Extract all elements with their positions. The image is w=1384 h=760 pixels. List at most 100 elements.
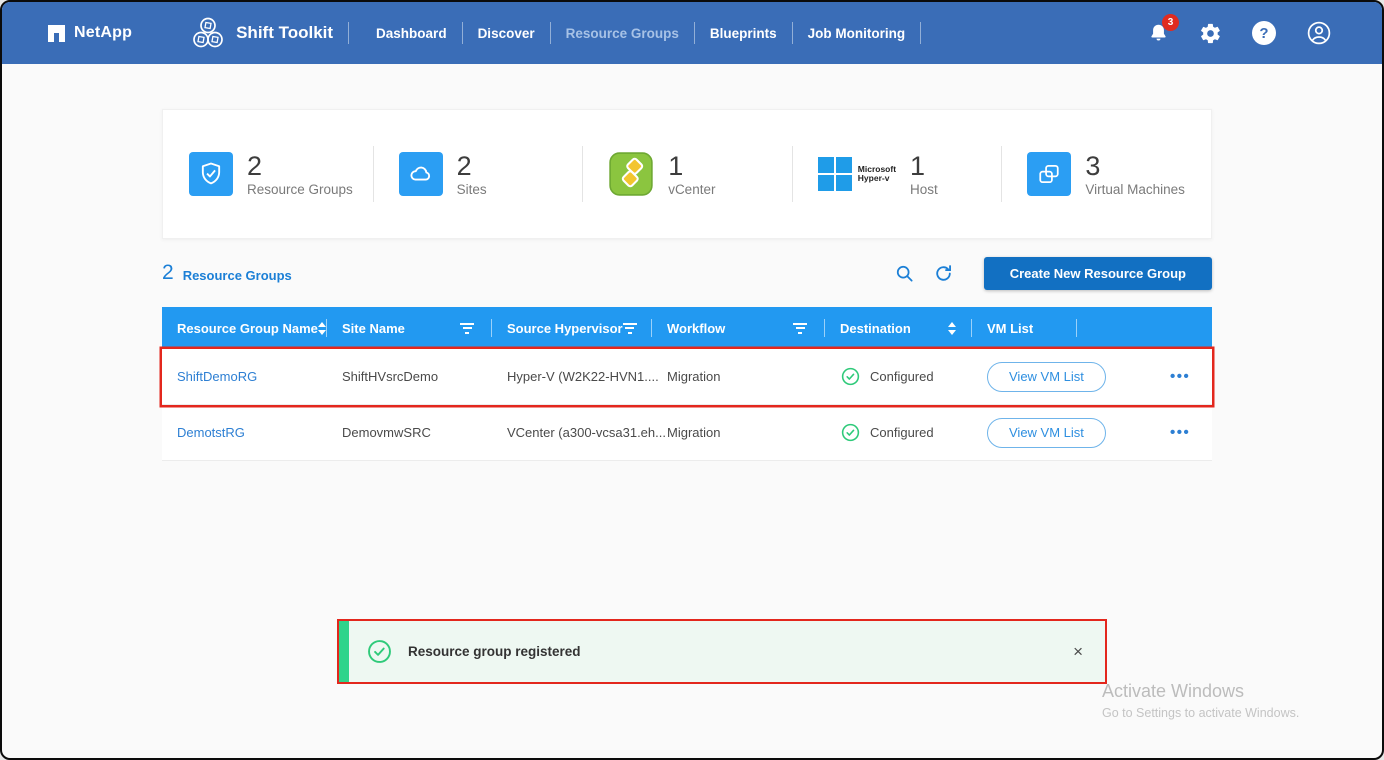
- resource-group-name-link[interactable]: ShiftDemoRG: [162, 369, 327, 384]
- search-button[interactable]: [894, 263, 915, 284]
- site-name-cell: DemovmwSRC: [342, 425, 431, 440]
- column-header-destination[interactable]: Destination: [825, 307, 972, 349]
- destination-cell: Configured: [825, 422, 972, 443]
- nav-item-discover[interactable]: Discover: [478, 26, 535, 41]
- stat-label: vCenter: [668, 181, 716, 197]
- activate-windows-watermark: Activate Windows Go to Settings to activ…: [1102, 681, 1299, 720]
- stat-value: 1: [668, 150, 684, 181]
- nav-divider: [348, 22, 350, 44]
- stat-value: 2: [247, 150, 263, 181]
- nav-item-blueprints[interactable]: Blueprints: [710, 26, 777, 41]
- stat-vcenter: 1 vCenter: [582, 110, 792, 238]
- toast-notification: Resource group registered ×: [337, 619, 1107, 684]
- more-options-icon: •••: [1170, 368, 1191, 385]
- close-icon[interactable]: ×: [1073, 642, 1083, 662]
- workflow-cell: Migration: [667, 425, 721, 440]
- nav-divider: [791, 22, 793, 44]
- column-header-site-name[interactable]: Site Name: [327, 307, 492, 349]
- netapp-brand[interactable]: NetApp: [48, 24, 132, 42]
- create-new-resource-group-button[interactable]: Create New Resource Group: [983, 256, 1212, 290]
- shift-toolkit-logo[interactable]: Shift Toolkit: [190, 15, 333, 51]
- section-title: Resource Groups: [182, 267, 292, 283]
- filter-icon[interactable]: [793, 322, 807, 334]
- resource-group-name-link[interactable]: DemotstRG: [162, 425, 327, 440]
- main-nav: Dashboard Discover Resource Groups Bluep…: [376, 22, 936, 44]
- list-actions: Create New Resource Group: [894, 256, 1212, 290]
- netapp-logo-icon: [48, 24, 65, 42]
- vm-list-cell: View VM List: [972, 361, 1132, 392]
- stat-label: Virtual Machines: [1085, 181, 1185, 197]
- check-circle-icon: [366, 638, 393, 665]
- stat-label: Sites: [456, 181, 487, 197]
- site-name-cell: ShiftHVsrcDemo: [342, 369, 439, 384]
- stat-label: Host: [910, 181, 938, 197]
- brand-name: NetApp: [74, 24, 133, 41]
- destination-status: Configured: [870, 369, 934, 384]
- table-header-row: Resource Group Name Site Name Source Hyp…: [162, 307, 1212, 349]
- nav-item-dashboard[interactable]: Dashboard: [376, 26, 447, 41]
- sort-icon[interactable]: [317, 321, 326, 335]
- watermark-subtitle: Go to Settings to activate Windows.: [1102, 706, 1300, 720]
- help-button[interactable]: ?: [1252, 21, 1276, 45]
- watermark-title: Activate Windows: [1102, 681, 1245, 701]
- shield-check-icon: [189, 152, 233, 196]
- stat-value: 1: [910, 150, 926, 181]
- nav-divider: [549, 22, 551, 44]
- sort-icon[interactable]: [948, 321, 956, 335]
- hyperv-icon: Microsoft Hyper-v: [817, 157, 896, 191]
- row-more-options-button[interactable]: •••: [1132, 424, 1212, 441]
- search-icon: [894, 263, 915, 284]
- row-more-options-button[interactable]: •••: [1132, 368, 1212, 385]
- avatar-icon: [1306, 20, 1332, 46]
- table-row-shiftdemorg[interactable]: ShiftDemoRG ShiftHVsrcDemo Hyper-V (W2K2…: [162, 349, 1212, 405]
- filter-icon[interactable]: [622, 322, 637, 334]
- cloud-icon: [398, 152, 443, 196]
- help-icon: ?: [1252, 21, 1276, 45]
- nav-divider: [461, 22, 463, 44]
- view-vm-list-button[interactable]: View VM List: [987, 361, 1106, 392]
- stat-value: 2: [456, 150, 472, 181]
- source-hypervisor-cell: VCenter (a300-vcsa31.eh...: [507, 425, 666, 440]
- column-header-resource-group-name[interactable]: Resource Group Name: [162, 307, 327, 349]
- resource-group-count: 2: [162, 261, 174, 284]
- resource-groups-section-header: 2 Resource Groups Create New Resource Gr…: [162, 254, 1212, 292]
- destination-cell: Configured: [825, 366, 972, 387]
- shift-toolkit-icon: [190, 15, 226, 51]
- stat-resource-groups: 2 Resource Groups: [163, 110, 373, 238]
- column-header-actions: [1077, 307, 1212, 349]
- check-circle-icon: [840, 366, 861, 387]
- app-window: NetApp Shift Toolkit Dashboard Discover: [0, 0, 1384, 760]
- workflow-cell: Migration: [667, 369, 721, 384]
- nav-divider: [920, 22, 922, 44]
- nav-divider: [693, 22, 695, 44]
- vm-list-cell: View VM List: [972, 417, 1132, 448]
- vm-icon: [1027, 152, 1072, 196]
- settings-button[interactable]: [1199, 22, 1222, 45]
- stat-value: 3: [1085, 150, 1101, 181]
- stat-label: Resource Groups: [247, 181, 353, 197]
- filter-icon[interactable]: [460, 322, 474, 334]
- nav-item-resource-groups[interactable]: Resource Groups: [566, 26, 679, 41]
- destination-status: Configured: [870, 425, 934, 440]
- nav-item-job-monitoring[interactable]: Job Monitoring: [808, 26, 905, 41]
- table-row-demotstrg[interactable]: DemotstRG DemovmwSRC VCenter (a300-vcsa3…: [162, 405, 1212, 461]
- stat-sites: 2 Sites: [372, 110, 583, 238]
- navbar-actions: 3 ?: [1148, 14, 1332, 46]
- notifications-button[interactable]: 3: [1148, 14, 1179, 44]
- stat-host: Microsoft Hyper-v 1 Host: [791, 110, 1002, 238]
- notification-badge: 3: [1162, 14, 1179, 31]
- column-header-vm-list[interactable]: VM List: [972, 307, 1077, 349]
- refresh-icon: [933, 263, 954, 284]
- view-vm-list-button[interactable]: View VM List: [987, 417, 1106, 448]
- check-circle-icon: [840, 422, 861, 443]
- stat-virtual-machines: 3 Virtual Machines: [1001, 110, 1211, 238]
- gear-icon: [1199, 22, 1222, 45]
- user-menu-button[interactable]: [1306, 20, 1332, 46]
- source-hypervisor-cell: Hyper-V (W2K22-HVN1....: [507, 369, 659, 384]
- vcenter-icon: [608, 151, 654, 197]
- column-header-workflow[interactable]: Workflow: [652, 307, 825, 349]
- toast-message: Resource group registered: [408, 644, 581, 659]
- top-navbar: NetApp Shift Toolkit Dashboard Discover: [2, 2, 1382, 64]
- refresh-button[interactable]: [933, 263, 954, 284]
- column-header-source-hypervisor[interactable]: Source Hypervisor: [492, 307, 652, 349]
